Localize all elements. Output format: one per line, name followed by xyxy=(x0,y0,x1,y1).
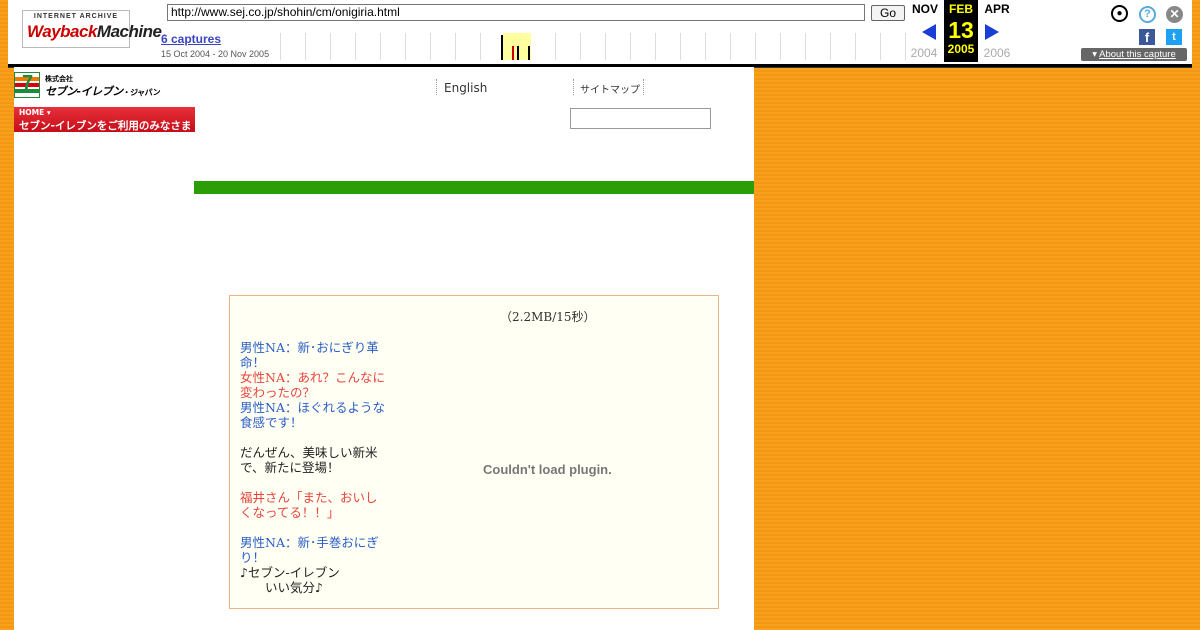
corp-name[interactable]: セブン-イレブン・ジャパン xyxy=(45,83,161,99)
go-button[interactable]: Go xyxy=(871,5,905,21)
logo-wayback: Wayback xyxy=(27,22,97,41)
script-line-male: 男性NA：新･おにぎり革命！ xyxy=(240,340,379,370)
script-line-plain: いい気分♪ xyxy=(240,580,323,595)
wayback-toolbar: INTERNET ARCHIVE WaybackMachine http://w… xyxy=(8,0,1192,67)
search-input[interactable] xyxy=(570,108,711,129)
logo-wordmark: WaybackMachine xyxy=(27,22,162,42)
logo-machine: Machine xyxy=(96,22,162,41)
nav-english-link[interactable]: English xyxy=(444,81,487,95)
archived-page: 7 株式会社 セブン-イレブン・ジャパン HOME ▾ セブン-イレブンをご利用… xyxy=(14,67,754,630)
prev-capture-arrow-icon[interactable] xyxy=(922,24,936,40)
current-month: FEB xyxy=(949,2,973,16)
video-file-size: （2.2MB/15秒） xyxy=(500,310,596,324)
script-spacer xyxy=(240,475,388,490)
wayback-logo[interactable]: INTERNET ARCHIVE WaybackMachine xyxy=(22,10,162,48)
close-icon[interactable]: ✕ xyxy=(1166,6,1183,23)
current-capture-date: FEB 13 2005 xyxy=(944,0,978,62)
twitter-icon[interactable]: t xyxy=(1166,29,1182,45)
nav-divider xyxy=(436,79,438,95)
script-line-male: 男性NA：ほぐれるような食感です！ xyxy=(240,400,385,430)
prev-month-label[interactable]: NOV xyxy=(908,2,942,16)
seven-eleven-logo[interactable]: 7 xyxy=(14,72,40,98)
script-spacer xyxy=(240,520,388,535)
script-line-male: 男性NA：新･手巻おにぎり！ xyxy=(240,535,379,565)
plugin-error-message[interactable]: Couldn't load plugin. xyxy=(483,462,612,477)
facebook-icon[interactable]: f xyxy=(1139,29,1155,45)
home-banner-link[interactable]: HOME ▾ セブン-イレブンをご利用のみなさま xyxy=(14,107,195,132)
capture-sparkline[interactable] xyxy=(280,33,906,60)
user-icon[interactable]: ● xyxy=(1111,5,1128,22)
capture-date-range: 15 Oct 2004 - 20 Nov 2005 xyxy=(161,49,270,59)
nav-sitemap-link[interactable]: サイトマップ xyxy=(580,81,640,96)
cm-video-panel: （2.2MB/15秒） 男性NA：新･おにぎり革命！ 女性NA：あれ？こんなに変わ… xyxy=(229,295,719,609)
sparkline-bar-current xyxy=(512,46,514,60)
corp-name-suffix: ・ジャパン xyxy=(122,88,161,97)
script-line-plain: だんぜん、美味しい新米で、新たに登場！ xyxy=(240,445,378,475)
logo-top-text: INTERNET ARCHIVE xyxy=(33,13,119,20)
script-line-female: 女性NA：あれ？こんなに変わったの？ xyxy=(240,370,385,400)
about-capture-label: About this capture xyxy=(1099,49,1176,60)
script-spacer xyxy=(240,430,388,445)
script-line-plain: ♪セブン-イレブン xyxy=(240,565,340,580)
url-input[interactable]: http://www.sej.co.jp/shohin/cm/onigiria.… xyxy=(167,4,865,21)
next-month-label[interactable]: APR xyxy=(980,2,1014,16)
current-day: 13 xyxy=(948,17,974,43)
help-icon[interactable]: ? xyxy=(1139,6,1156,23)
logo-seven: 7 xyxy=(22,72,34,94)
current-year: 2005 xyxy=(947,42,975,56)
next-capture-arrow-icon[interactable] xyxy=(985,24,999,40)
green-header-bar xyxy=(194,181,754,194)
sparkline-bar xyxy=(517,46,519,60)
cm-script: 男性NA：新･おにぎり革命！ 女性NA：あれ？こんなに変わったの？ 男性NA：ほぐれ… xyxy=(240,340,388,595)
about-capture-button[interactable]: ▾ About this capture xyxy=(1081,48,1187,61)
script-line-female: 福井さん「また、おいしくなってる！！」 xyxy=(240,490,378,520)
sparkline-bar xyxy=(528,46,530,60)
prev-year-label[interactable]: 2004 xyxy=(907,46,941,60)
nav-divider xyxy=(643,79,645,95)
captures-link[interactable]: 6 captures xyxy=(161,32,221,46)
corp-name-main: セブン-イレブン xyxy=(45,85,123,98)
nav-divider xyxy=(573,79,575,95)
sparkline-bar xyxy=(501,35,503,60)
next-year-label[interactable]: 2006 xyxy=(980,46,1014,60)
home-label: HOME ▾ xyxy=(19,108,51,117)
home-banner-text: セブン-イレブンをご利用のみなさま xyxy=(19,120,192,132)
